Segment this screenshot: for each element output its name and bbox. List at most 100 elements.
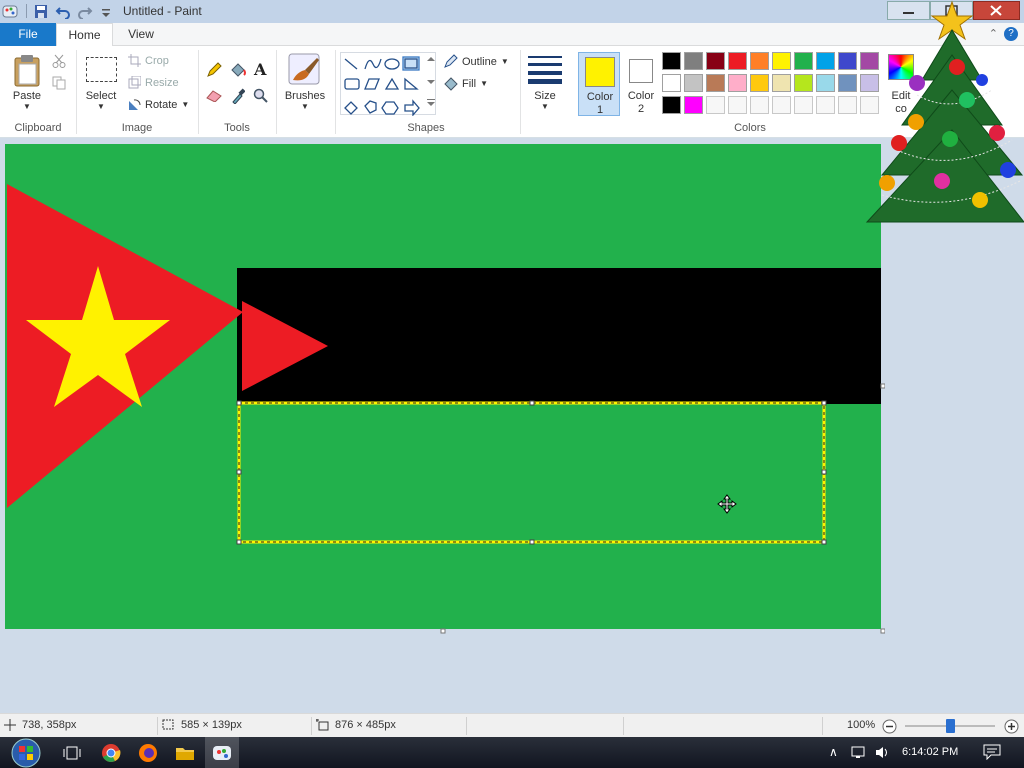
chrome-icon[interactable] (100, 742, 122, 764)
palette-swatch[interactable] (794, 96, 813, 114)
palette-swatch[interactable] (860, 52, 879, 70)
palette-swatch[interactable] (728, 74, 747, 92)
palette-swatch[interactable] (662, 52, 681, 70)
minimize-ribbon-icon[interactable]: ⌃ (989, 27, 998, 40)
edit-colors-button[interactable]: Edit co (884, 90, 918, 116)
task-view-icon[interactable] (61, 742, 83, 764)
select-dropdown-icon[interactable]: ▼ (82, 102, 120, 111)
paste-dropdown-icon[interactable]: ▼ (8, 102, 46, 111)
palette-swatch[interactable] (772, 74, 791, 92)
palette-swatch[interactable] (684, 74, 703, 92)
palette-swatch[interactable] (816, 52, 835, 70)
palette-swatch[interactable] (794, 74, 813, 92)
volume-icon[interactable] (874, 745, 892, 760)
title-bar: Untitled - Paint (0, 0, 1024, 23)
palette-swatch[interactable] (772, 96, 791, 114)
close-button[interactable] (973, 1, 1020, 20)
zoom-slider-thumb[interactable] (946, 719, 955, 733)
fill-bucket-icon[interactable] (229, 62, 247, 78)
undo-icon[interactable] (55, 4, 71, 19)
palette-swatch[interactable] (750, 96, 769, 114)
maximize-button[interactable] (930, 1, 973, 20)
zoom-out-icon[interactable] (882, 719, 897, 734)
ribbon-tabs: File Home View ⌃ ? (0, 23, 1024, 46)
paint-taskbar-icon (213, 746, 231, 760)
palette-swatch[interactable] (750, 52, 769, 70)
palette-swatch[interactable] (662, 96, 681, 114)
action-center-icon[interactable] (983, 744, 1001, 760)
crop-button[interactable]: Crop (128, 54, 169, 67)
pencil-icon[interactable] (206, 62, 222, 78)
copy-icon[interactable] (52, 76, 66, 90)
drawing-canvas[interactable] (5, 144, 885, 636)
text-tool-icon[interactable]: A (254, 60, 266, 79)
color-picker-icon[interactable] (231, 88, 245, 104)
file-explorer-icon[interactable] (174, 742, 196, 764)
magnifier-icon[interactable] (253, 88, 268, 103)
size-icon[interactable] (528, 56, 562, 84)
palette-swatch[interactable] (838, 74, 857, 92)
palette-swatch[interactable] (860, 74, 879, 92)
clock[interactable]: 6:14:02 PM (902, 746, 958, 758)
outline-icon (444, 54, 458, 68)
palette-swatch[interactable] (706, 52, 725, 70)
save-icon[interactable] (33, 4, 49, 19)
edit-colors-icon[interactable] (888, 54, 914, 80)
shapes-gallery[interactable] (340, 52, 436, 117)
palette-swatch[interactable] (838, 96, 857, 114)
clipboard-group-label: Clipboard (14, 122, 62, 134)
rotate-button[interactable]: Rotate ▼ (128, 98, 189, 111)
show-hidden-icons[interactable]: ∧ (829, 745, 838, 759)
palette-swatch[interactable] (662, 74, 681, 92)
palette-swatch[interactable] (794, 52, 813, 70)
palette-swatch[interactable] (816, 96, 835, 114)
brushes-dropdown-icon[interactable]: ▼ (282, 102, 328, 111)
network-icon[interactable] (850, 745, 868, 760)
palette-swatch[interactable] (728, 96, 747, 114)
palette-swatch[interactable] (684, 96, 703, 114)
taskbar-paint-active[interactable] (205, 737, 239, 768)
customize-quick-access-icon[interactable] (98, 4, 114, 19)
color-1-swatch (585, 57, 615, 87)
tab-home[interactable]: Home (56, 23, 113, 46)
palette-swatch[interactable] (706, 74, 725, 92)
resize-button[interactable]: Resize (128, 76, 179, 89)
ribbon: Paste ▼ Clipboard Select ▼ Crop Resize R… (0, 46, 1024, 138)
paint-app-icon[interactable] (2, 4, 18, 19)
select-icon[interactable] (86, 57, 117, 82)
palette-swatch[interactable] (750, 74, 769, 92)
help-icon[interactable]: ? (1004, 27, 1018, 41)
color-2-button[interactable]: Color 2 (620, 52, 662, 116)
palette-swatch[interactable] (816, 74, 835, 92)
zoom-in-icon[interactable] (1004, 719, 1019, 734)
start-button-icon[interactable] (8, 737, 44, 768)
redo-icon[interactable] (77, 4, 93, 19)
firefox-icon[interactable] (137, 742, 159, 764)
color-1-button[interactable]: Color 1 (578, 52, 620, 116)
paste-button[interactable]: Paste (8, 90, 46, 102)
cut-icon[interactable] (52, 54, 66, 68)
eraser-icon[interactable] (206, 88, 222, 102)
brushes-button[interactable]: Brushes (282, 90, 328, 102)
paste-icon[interactable] (12, 54, 42, 88)
palette-swatch[interactable] (684, 52, 703, 70)
palette-swatch[interactable] (860, 96, 879, 114)
fill-button[interactable]: Fill ▼ (443, 76, 488, 91)
status-separator (157, 717, 158, 735)
palette-swatch[interactable] (838, 52, 857, 70)
brushes-icon[interactable] (287, 52, 321, 86)
group-separator (276, 50, 277, 134)
minimize-button[interactable] (887, 1, 930, 20)
size-button[interactable]: Size (526, 90, 564, 102)
palette-swatch[interactable] (706, 96, 725, 114)
tab-view[interactable]: View (113, 23, 169, 46)
outline-button[interactable]: Outline ▼ (443, 54, 509, 69)
palette-swatch[interactable] (772, 52, 791, 70)
palette-swatch[interactable] (728, 52, 747, 70)
size-dropdown-icon[interactable]: ▼ (526, 102, 564, 111)
canvas-size-icon (316, 719, 329, 731)
zoom-level: 100% (847, 719, 876, 731)
black-stripe (237, 268, 881, 404)
tab-file[interactable]: File (0, 23, 56, 46)
select-button[interactable]: Select (82, 90, 120, 102)
